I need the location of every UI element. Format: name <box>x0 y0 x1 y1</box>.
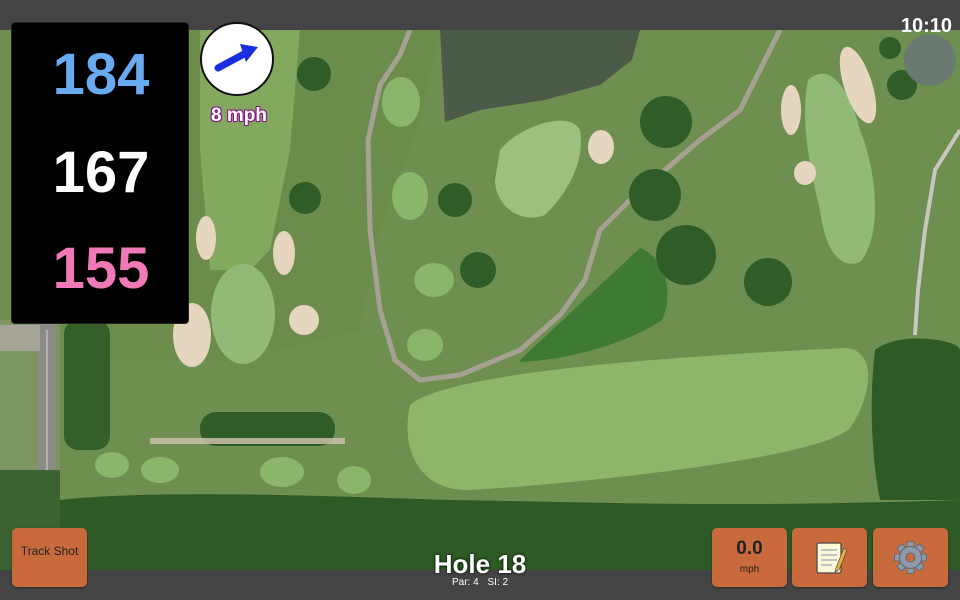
settings-button[interactable] <box>873 528 948 587</box>
front-yardage: 155 <box>52 236 150 301</box>
back-yardage: 184 <box>52 42 150 107</box>
speed-value: 0.0 <box>736 538 763 559</box>
gear-icon <box>894 541 927 574</box>
middle-yardage: 167 <box>52 140 150 205</box>
speed-button[interactable]: 0.0 mph <box>712 528 787 587</box>
wind-direction-indicator <box>200 22 274 96</box>
arrow-right-icon <box>214 44 258 72</box>
track-shot-label: Track Shot <box>20 544 79 558</box>
hole-stroke-index: SI: 2 <box>487 577 509 588</box>
wind-speed-label: 8 mph <box>211 105 267 126</box>
notes-button[interactable] <box>792 528 867 587</box>
yardage-panel: 184 167 155 <box>11 22 189 324</box>
clock: 10:10 <box>900 15 952 37</box>
speed-unit: mph <box>739 564 760 575</box>
notepad-icon <box>816 542 848 574</box>
track-shot-button[interactable]: Track Shot <box>12 528 87 587</box>
hole-info: Par: 4 SI: 2 <box>380 577 580 589</box>
hole-par: Par: 4 <box>451 577 479 588</box>
hole-title: Hole 18 <box>433 549 527 579</box>
